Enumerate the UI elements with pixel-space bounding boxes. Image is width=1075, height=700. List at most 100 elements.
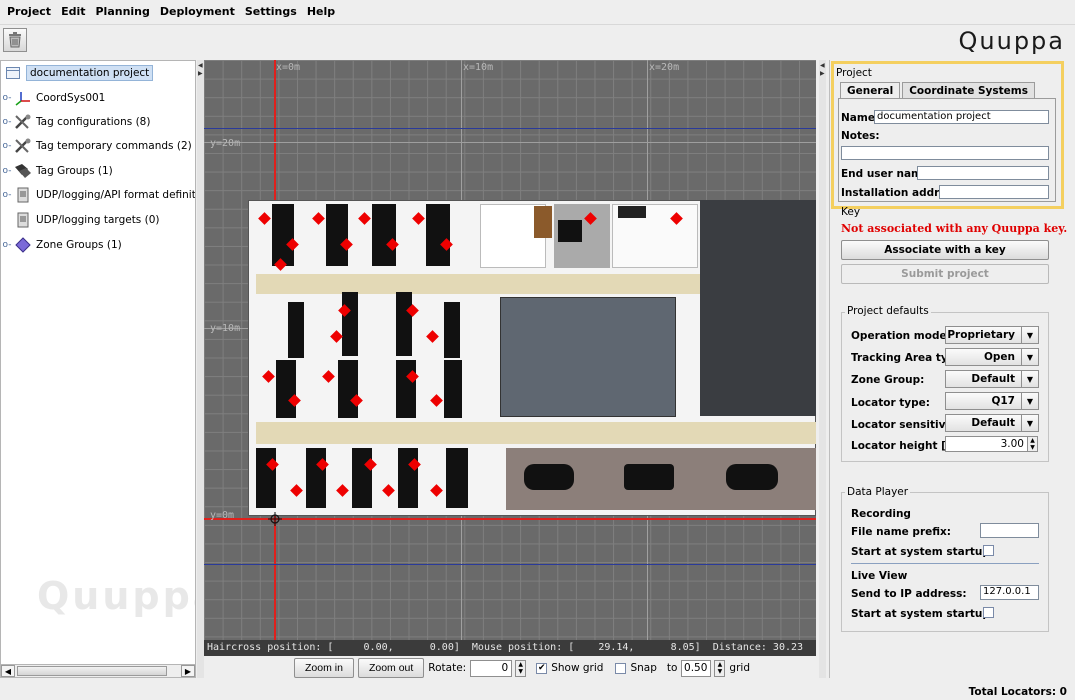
menu-planning[interactable]: Planning bbox=[90, 0, 154, 24]
expand-icon[interactable]: o- bbox=[1, 141, 13, 151]
floorplan-map[interactable]: x=0m x=10m x=20m y=20m y=10m y=0m bbox=[204, 60, 816, 640]
expand-icon[interactable]: o- bbox=[1, 117, 13, 127]
chevron-down-icon: ▼ bbox=[1022, 414, 1039, 432]
installation-address-field[interactable] bbox=[939, 185, 1049, 199]
y-axis-label: y=20m bbox=[210, 138, 241, 149]
notes-field[interactable] bbox=[841, 146, 1049, 160]
locator-height-spinner[interactable]: 3.00 ▲ ▼ bbox=[945, 436, 1038, 452]
locator-height-input[interactable]: 3.00 bbox=[945, 436, 1028, 452]
menu-settings[interactable]: Settings bbox=[240, 0, 302, 24]
operation-mode-select[interactable]: Proprietary ▼ bbox=[945, 326, 1039, 344]
haircross-icon[interactable] bbox=[268, 512, 282, 526]
snap-label: Snap bbox=[630, 662, 657, 674]
to-label: to bbox=[666, 662, 678, 674]
chevron-down-icon: ▼ bbox=[1022, 370, 1039, 388]
x-axis-line bbox=[204, 518, 816, 520]
floorplan-image bbox=[248, 200, 816, 516]
rotate-spinner-arrows[interactable]: ▲ ▼ bbox=[515, 659, 527, 677]
locator-type-value: Q17 bbox=[945, 392, 1022, 410]
trash-icon bbox=[9, 32, 21, 48]
tree-item-label: UDP/logging targets (0) bbox=[36, 214, 160, 226]
associate-key-button[interactable]: Associate with a key bbox=[841, 240, 1049, 260]
data-player-title: Data Player bbox=[845, 486, 911, 498]
expand-icon[interactable]: o- bbox=[1, 190, 13, 200]
scroll-right-icon[interactable]: ▶ bbox=[181, 665, 195, 677]
tree-horizontal-scrollbar[interactable]: ◀ ▶ bbox=[0, 664, 196, 678]
tree-item-udp-targets[interactable]: UDP/logging targets (0) bbox=[13, 210, 160, 230]
expand-icon[interactable]: o- bbox=[1, 166, 13, 176]
zoom-in-button[interactable]: Zoom in bbox=[294, 658, 354, 678]
tab-coordinate-systems[interactable]: Coordinate Systems bbox=[902, 82, 1035, 99]
chevron-down-icon: ▼ bbox=[1022, 326, 1039, 344]
project-defaults-title: Project defaults bbox=[845, 305, 931, 317]
locator-type-label: Locator type: bbox=[851, 397, 930, 409]
notes-label: Notes: bbox=[841, 130, 880, 142]
tree-item-tag-configurations[interactable]: o- Tag configurations (8) bbox=[1, 112, 150, 132]
tree-item-tag-groups[interactable]: o- Tag Groups (1) bbox=[1, 161, 113, 181]
live-startup-checkbox[interactable] bbox=[983, 607, 994, 618]
show-grid-checkbox[interactable]: ✔ bbox=[536, 662, 548, 674]
boundary-line bbox=[204, 128, 816, 129]
delete-button[interactable] bbox=[3, 28, 27, 52]
tree-item-tag-temporary-commands[interactable]: o- Tag temporary commands (2) bbox=[1, 136, 192, 156]
file-name-prefix-field[interactable] bbox=[980, 523, 1039, 538]
name-field[interactable]: documentation project bbox=[874, 110, 1049, 124]
project-icon bbox=[3, 64, 23, 82]
locator-sensitivity-select[interactable]: Default ▼ bbox=[945, 414, 1039, 432]
live-startup-label: Start at system startup: bbox=[851, 608, 995, 620]
y-axis-label: y=10m bbox=[210, 323, 241, 334]
tree-item-zone-groups[interactable]: o- Zone Groups (1) bbox=[1, 235, 122, 255]
axis-icon bbox=[13, 89, 33, 107]
menu-help[interactable]: Help bbox=[302, 0, 340, 24]
menu-project[interactable]: Project bbox=[2, 0, 56, 24]
zone-icon bbox=[13, 236, 33, 254]
menu-edit[interactable]: Edit bbox=[56, 0, 90, 24]
recording-startup-checkbox[interactable] bbox=[983, 545, 994, 556]
left-splitter[interactable]: ◀ ▶ bbox=[197, 60, 204, 678]
rotate-input[interactable]: 0 bbox=[470, 659, 513, 677]
show-grid-label: Show grid bbox=[551, 662, 604, 674]
menu-bar: Project Edit Planning Deployment Setting… bbox=[0, 0, 1075, 24]
send-ip-label: Send to IP address: bbox=[851, 588, 967, 600]
locator-type-select[interactable]: Q17 ▼ bbox=[945, 392, 1039, 410]
map-position-readout: Haircross position: [ 0.00, 0.00] Mouse … bbox=[204, 640, 816, 656]
tree-item-coordsys[interactable]: o- CoordSys001 bbox=[1, 88, 105, 108]
x-axis-label: x=0m bbox=[276, 62, 301, 73]
zoom-out-button[interactable]: Zoom out bbox=[357, 658, 425, 678]
tracking-area-type-select[interactable]: Open ▼ bbox=[945, 348, 1039, 366]
submit-project-button[interactable]: Submit project bbox=[841, 264, 1049, 284]
quuppa-logo: Quuppa bbox=[958, 27, 1065, 55]
scroll-thumb[interactable] bbox=[17, 666, 167, 676]
end-user-name-field[interactable] bbox=[917, 166, 1049, 180]
operation-mode-label: Operation mode: bbox=[851, 330, 951, 342]
file-name-prefix-label: File name prefix: bbox=[851, 526, 951, 538]
right-splitter[interactable]: ◀ ▶ bbox=[819, 60, 826, 678]
tree-root-label: documentation project bbox=[26, 65, 154, 81]
send-ip-field[interactable]: 127.0.0.1 bbox=[980, 585, 1039, 600]
total-locators-status: Total Locators: 0 bbox=[968, 686, 1067, 698]
menu-deployment[interactable]: Deployment bbox=[155, 0, 240, 24]
tracking-area-type-value: Open bbox=[945, 348, 1022, 366]
snap-spinner-arrows[interactable]: ▲ ▼ bbox=[714, 659, 726, 677]
scroll-left-icon[interactable]: ◀ bbox=[1, 665, 15, 677]
live-view-title: Live View bbox=[851, 570, 908, 582]
y-axis-label: y=0m bbox=[210, 510, 235, 521]
tags-icon bbox=[13, 162, 33, 180]
expand-icon[interactable]: o- bbox=[1, 240, 13, 250]
tree-item-label: Tag temporary commands (2) bbox=[36, 140, 192, 152]
height-spinner-arrows[interactable]: ▲ ▼ bbox=[1027, 436, 1038, 452]
snap-checkbox[interactable] bbox=[615, 662, 627, 674]
zone-group-select[interactable]: Default ▼ bbox=[945, 370, 1039, 388]
tree-root[interactable]: documentation project bbox=[3, 63, 154, 83]
tab-general[interactable]: General bbox=[840, 82, 901, 99]
boundary-line bbox=[204, 564, 816, 565]
snap-grid-input[interactable]: 0.50 bbox=[681, 659, 712, 677]
tree-item-udp-format-definitions[interactable]: o- UDP/logging/API format definitions ( bbox=[1, 185, 195, 205]
zone-group-label: Zone Group: bbox=[851, 374, 925, 386]
project-tabs: General Coordinate Systems bbox=[840, 82, 1037, 99]
toolbar: Quuppa bbox=[0, 24, 1075, 58]
key-warning: Not associated with any Quuppa key. bbox=[841, 222, 1068, 235]
rotate-label: Rotate: bbox=[428, 662, 467, 674]
expand-icon[interactable]: o- bbox=[1, 93, 13, 103]
grid-major-line bbox=[204, 142, 816, 143]
